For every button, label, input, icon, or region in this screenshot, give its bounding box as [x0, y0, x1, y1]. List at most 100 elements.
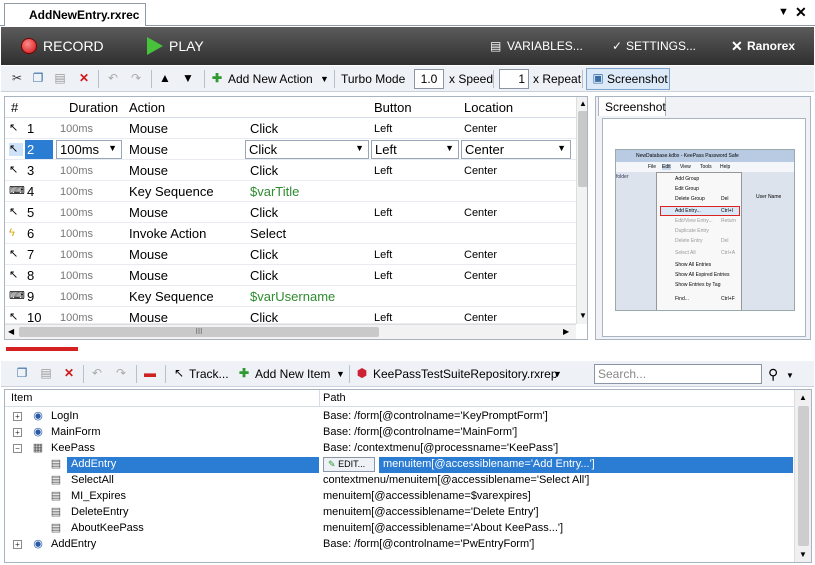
paste-icon[interactable]: ▤ [53, 71, 67, 85]
search-icon[interactable]: ⚲ [768, 365, 778, 383]
table-row[interactable]: ⌨ 4 100ms Key Sequence $varTitle [5, 181, 576, 202]
table-row[interactable]: ↖ 10 100ms Mouse Click Left Center [5, 307, 576, 324]
table-row[interactable]: ϟ 6 100ms Invoke Action Select [5, 223, 576, 244]
tree-item[interactable]: ▤ MI_Expires menuitem[@accessiblename=$v… [5, 489, 794, 505]
row-button[interactable]: Left [374, 312, 392, 323]
speed-input[interactable]: 1.0 [414, 69, 444, 89]
close-icon[interactable]: ✕ [795, 4, 807, 21]
row-action[interactable]: Mouse [129, 142, 168, 157]
row-argument[interactable]: $varTitle [250, 184, 299, 199]
add-new-action-button[interactable]: Add New Action [228, 70, 313, 88]
variables-button[interactable]: VARIABLES... [507, 27, 583, 65]
row-duration[interactable]: 100ms [60, 207, 93, 219]
row-argument[interactable]: Click [250, 247, 278, 262]
settings-button[interactable]: SETTINGS... [626, 27, 696, 65]
row-location[interactable]: Center [464, 165, 497, 177]
col-path[interactable]: Path [323, 392, 346, 404]
grid-vertical-scrollbar[interactable]: ▲ ▼ [576, 97, 587, 324]
chevron-down-icon[interactable]: ▼ [320, 70, 329, 88]
tab-addnewentry[interactable]: AddNewEntry.rxrec [4, 3, 146, 26]
row-action[interactable]: Mouse [129, 205, 168, 220]
scroll-left-icon[interactable]: ◀ [8, 327, 14, 336]
tree-item[interactable]: ▤ SelectAll contextmenu/menuitem[@access… [5, 473, 794, 489]
play-icon[interactable] [147, 37, 163, 55]
tree-item[interactable]: + ◉ LogIn Base: /form[@controlname='KeyP… [5, 409, 794, 425]
screenshot-thumbnail[interactable]: NewDatabase.kdbx - KeePass Password Safe… [615, 149, 795, 311]
pane-splitter[interactable] [0, 344, 815, 358]
repository-vertical-scrollbar[interactable]: ▲ ▼ [794, 390, 811, 562]
repeat-input[interactable]: 1 [499, 69, 529, 89]
move-up-icon[interactable]: ▲ [158, 71, 172, 85]
col-number[interactable]: # [11, 100, 18, 115]
table-row[interactable]: ↖ 1 100ms Mouse Click Left Center [5, 118, 576, 139]
table-row[interactable]: ⌨ 9 100ms Key Sequence $varUsername [5, 286, 576, 307]
chevron-down-icon[interactable]: ▼ [336, 365, 345, 383]
record-icon[interactable] [21, 38, 37, 54]
row-duration[interactable]: 100ms [60, 186, 93, 198]
redo-icon[interactable]: ↷ [114, 366, 128, 380]
action-dropdown[interactable]: Click ▼ [245, 140, 369, 159]
undo-icon[interactable]: ↶ [90, 366, 104, 380]
tree-item-selected[interactable]: ▤ AddEntry ✎ EDIT... menuitem[@accessibl… [5, 457, 794, 473]
scroll-thumb[interactable]: III [19, 327, 379, 337]
record-button[interactable]: RECORD [43, 27, 104, 65]
redo-icon[interactable]: ↷ [129, 71, 143, 85]
copy-icon[interactable]: ❐ [15, 366, 29, 380]
row-argument[interactable]: Click [250, 163, 278, 178]
delete-icon[interactable]: ✕ [77, 71, 91, 85]
table-row[interactable]: ↖ 3 100ms Mouse Click Left Center [5, 160, 576, 181]
row-duration[interactable]: 100ms [60, 165, 93, 177]
expand-icon[interactable]: + [13, 428, 22, 437]
row-duration[interactable]: 100ms [60, 228, 93, 240]
scroll-up-icon[interactable]: ▲ [579, 99, 587, 108]
row-duration[interactable]: 100ms [60, 123, 93, 135]
table-row-selected[interactable]: ↖ 2 100ms ▼ Mouse Click ▼ Left ▼ Center ▼ [5, 139, 576, 160]
button-dropdown[interactable]: Left ▼ [371, 140, 459, 159]
repository-selector[interactable]: KeePassTestSuiteRepository.rxrep [373, 365, 558, 383]
expand-icon[interactable]: + [13, 540, 22, 549]
scroll-right-icon[interactable]: ▶ [563, 327, 569, 336]
copy-icon[interactable]: ❐ [31, 71, 45, 85]
col-duration[interactable]: Duration [69, 100, 118, 115]
table-row[interactable]: ↖ 7 100ms Mouse Click Left Center [5, 244, 576, 265]
row-button[interactable]: Left [374, 270, 392, 282]
row-duration[interactable]: 100ms [60, 312, 93, 323]
clean-icon[interactable]: ▬ [143, 366, 157, 380]
scroll-down-icon[interactable]: ▼ [799, 550, 807, 559]
add-new-item-button[interactable]: Add New Item [255, 365, 330, 383]
row-action[interactable]: Key Sequence [129, 184, 214, 199]
row-duration[interactable]: 100ms [60, 270, 93, 282]
tree-item[interactable]: + ◉ MainForm Base: /form[@controlname='M… [5, 425, 794, 441]
row-action[interactable]: Mouse [129, 163, 168, 178]
track-button[interactable]: Track... [189, 365, 229, 383]
row-button[interactable]: Left [374, 165, 392, 177]
tree-item[interactable]: ▤ AboutKeePass menuitem[@accessiblename=… [5, 521, 794, 537]
search-input[interactable]: Search... [594, 364, 762, 384]
row-action[interactable]: Mouse [129, 247, 168, 262]
row-action[interactable]: Mouse [129, 310, 168, 323]
expand-icon[interactable]: + [13, 412, 22, 421]
row-action[interactable]: Mouse [129, 121, 168, 136]
row-location[interactable]: Center [464, 249, 497, 261]
row-argument[interactable]: Click [250, 205, 278, 220]
row-argument[interactable]: Click [250, 310, 278, 323]
row-location[interactable]: Center [464, 207, 497, 219]
tree-item[interactable]: − ▦ KeePass Base: /contextmenu[@processn… [5, 441, 794, 457]
edit-button[interactable]: ✎ EDIT... [323, 457, 375, 472]
row-argument[interactable]: Click [250, 121, 278, 136]
row-duration[interactable]: 100ms [60, 249, 93, 261]
row-location[interactable]: Center [464, 312, 497, 323]
grid-horizontal-scrollbar[interactable]: ◀ III ▶ [5, 324, 576, 339]
duration-dropdown[interactable]: 100ms ▼ [56, 140, 122, 159]
chevron-down-icon[interactable]: ▼ [778, 6, 789, 18]
move-down-icon[interactable]: ▼ [181, 71, 195, 85]
table-row[interactable]: ↖ 8 100ms Mouse Click Left Center [5, 265, 576, 286]
table-row[interactable]: ↖ 5 100ms Mouse Click Left Center [5, 202, 576, 223]
paste-icon[interactable]: ▤ [39, 366, 53, 380]
play-button[interactable]: PLAY [169, 27, 204, 65]
row-argument[interactable]: Click [250, 268, 278, 283]
row-action[interactable]: Invoke Action [129, 226, 206, 241]
tree-item[interactable]: + ◉ AddEntry Base: /form[@controlname='P… [5, 537, 794, 553]
scroll-thumb[interactable] [578, 111, 587, 187]
col-button[interactable]: Button [374, 100, 412, 115]
